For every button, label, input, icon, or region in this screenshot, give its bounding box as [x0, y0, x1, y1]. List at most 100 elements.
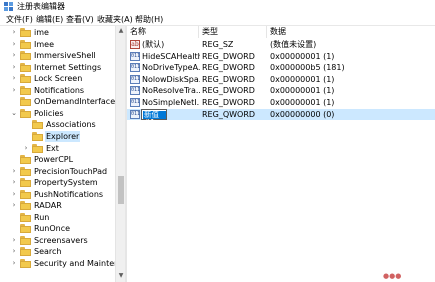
- tree-item[interactable]: › Imee: [0, 39, 115, 51]
- rename-input-selected-text[interactable]: 新值 #1: [143, 110, 166, 126]
- tree-item[interactable]: › Ext: [0, 143, 115, 155]
- chevron-right-icon[interactable]: ›: [10, 201, 18, 210]
- tree-item-label: Explorer: [45, 130, 81, 143]
- tree-item[interactable]: › PropertySystem: [0, 177, 115, 189]
- value-name: HideSCAHealth: [142, 51, 200, 61]
- tree-item-label: Internet Settings: [34, 62, 102, 72]
- tree-item[interactable]: Associations: [0, 119, 115, 131]
- chevron-right-icon[interactable]: ›: [10, 86, 18, 95]
- registry-tree[interactable]: › ime › Imee › ImmersiveShell › Internet Settin…: [0, 26, 125, 282]
- binary-value-icon: 011: [130, 98, 141, 107]
- folder-icon: [20, 97, 31, 107]
- chevron-right-icon[interactable]: ›: [10, 190, 18, 199]
- value-type: REG_QWORD: [202, 109, 256, 119]
- folder-icon: [20, 201, 31, 211]
- value-row[interactable]: ab (默认) REG_SZ (数值未设置): [127, 39, 435, 51]
- tree-item[interactable]: › RADAR: [0, 200, 115, 212]
- tree-item[interactable]: › Screensavers: [0, 235, 115, 247]
- chevron-right-icon[interactable]: ›: [10, 236, 18, 245]
- chevron-right-icon: [22, 120, 30, 129]
- value-type: REG_DWORD: [202, 74, 255, 84]
- chevron-down-icon[interactable]: ⌄: [10, 109, 18, 118]
- column-header-type[interactable]: 类型: [199, 26, 267, 38]
- folder-icon: [32, 143, 43, 153]
- value-row[interactable]: 011 NoSimpleNetI... REG_DWORD 0x00000001 (1…: [127, 97, 435, 109]
- tree-item-label: Notifications: [34, 85, 85, 95]
- menu-favorites[interactable]: 收藏夹(A): [95, 14, 135, 25]
- chevron-right-icon[interactable]: ›: [10, 28, 18, 37]
- tree-item[interactable]: › ImmersiveShell: [0, 50, 115, 62]
- tree-item[interactable]: › Security and Mainten: [0, 258, 119, 270]
- tree-item[interactable]: Run: [0, 212, 115, 224]
- rename-input[interactable]: 新值 #1: [141, 108, 167, 126]
- folder-icon: [20, 28, 31, 37]
- chevron-right-icon[interactable]: ›: [10, 167, 18, 176]
- chevron-right-icon[interactable]: ›: [10, 51, 18, 60]
- folder-icon: [20, 62, 31, 72]
- scroll-up-arrow-icon[interactable]: ▲: [118, 28, 124, 34]
- title-bar: 注册表编辑器: [0, 0, 435, 13]
- value-data: 0x000000b5 (181): [270, 63, 345, 73]
- folder-icon: [20, 178, 31, 188]
- tree-item[interactable]: ⌄ Policies: [0, 108, 115, 120]
- value-data: 0x00000001 (1): [270, 74, 335, 84]
- column-header-name[interactable]: 名称: [127, 26, 199, 38]
- column-header-data[interactable]: 数据: [267, 26, 427, 38]
- tree-item[interactable]: › PrecisionTouchPad: [0, 166, 115, 178]
- value-row[interactable]: 011 NoResolveTra... REG_DWORD 0x00000001 (1…: [127, 85, 435, 97]
- chevron-right-icon[interactable]: ›: [22, 144, 30, 153]
- binary-value-icon: 011: [130, 51, 141, 61]
- folder-icon: [20, 51, 31, 61]
- tree-item[interactable]: › ime: [0, 27, 115, 39]
- tree-item[interactable]: RunOnce: [0, 223, 115, 235]
- value-row[interactable]: 011 HideSCAHealth REG_DWORD 0x00000001 (1): [127, 51, 435, 63]
- chevron-right-icon[interactable]: ›: [10, 63, 18, 72]
- menu-edit[interactable]: 编辑(E): [34, 14, 65, 25]
- value-type: REG_DWORD: [202, 63, 255, 73]
- value-data: 0x00000001 (1): [270, 98, 335, 107]
- tree-item[interactable]: › Lock Screen: [0, 73, 115, 85]
- value-list[interactable]: 名称 类型 数据 ab (默认) REG_SZ (数值未设置) 011 HideSCAHe…: [127, 26, 435, 282]
- menu-bar: 文件(F) 编辑(E) 查看(V) 收藏夹(A) 帮助(H): [0, 13, 435, 26]
- tree-item-label: PrecisionTouchPad: [34, 166, 108, 176]
- chevron-right-icon[interactable]: ›: [10, 40, 18, 49]
- menu-file[interactable]: 文件(F): [4, 14, 35, 25]
- tree-item[interactable]: › Search: [0, 246, 115, 258]
- scroll-thumb[interactable]: [118, 176, 124, 204]
- window-title: 注册表编辑器: [17, 2, 65, 11]
- chevron-right-icon[interactable]: ›: [10, 259, 18, 268]
- tree-item-label: Search: [34, 247, 62, 257]
- tree-item-label: PushNotifications: [34, 189, 104, 199]
- tree-item-label: RADAR: [34, 201, 62, 211]
- folder-icon: [20, 235, 31, 245]
- scroll-down-arrow-icon[interactable]: ▼: [118, 273, 124, 279]
- menu-view[interactable]: 查看(V): [64, 14, 96, 25]
- tree-item[interactable]: Explorer: [0, 130, 115, 143]
- chevron-right-icon: [10, 224, 18, 233]
- chevron-right-icon[interactable]: ›: [10, 247, 18, 256]
- tree-item[interactable]: PowerCPL: [0, 154, 115, 166]
- value-type: REG_DWORD: [202, 98, 255, 107]
- tree-item-label: ime: [34, 28, 49, 37]
- tree-scrollbar[interactable]: ▲ ▼: [115, 26, 125, 282]
- menu-help[interactable]: 帮助(H): [133, 14, 165, 25]
- value-row-editing[interactable]: 011 新值 #1 REG_QWORD 0x00000000 (0): [127, 108, 435, 126]
- tree-item[interactable]: › Notifications: [0, 85, 115, 97]
- value-row[interactable]: 011 NoDriveTypeA... REG_DWORD 0x000000b5 (1…: [127, 62, 435, 74]
- folder-icon: [20, 189, 31, 199]
- string-value-icon: ab: [130, 40, 140, 49]
- value-row[interactable]: 011 NolowDiskSpa... REG_DWORD 0x00000001 (1…: [127, 74, 435, 86]
- tree-item[interactable]: › PushNotifications: [0, 189, 115, 201]
- folder-icon: [32, 120, 43, 130]
- value-name: NoDriveTypeA...: [142, 63, 200, 73]
- chevron-right-icon[interactable]: ›: [10, 178, 18, 187]
- chevron-right-icon[interactable]: ›: [10, 74, 18, 83]
- value-name: NolowDiskSpa...: [142, 74, 200, 84]
- watermark-logo: ●●●: [383, 272, 402, 280]
- value-data: 0x00000000 (0): [270, 109, 335, 119]
- tree-item[interactable]: OnDemandInterfaceC: [0, 96, 121, 108]
- tree-item-label: RunOnce: [34, 224, 71, 234]
- tree-item[interactable]: › Internet Settings: [0, 62, 115, 74]
- folder-icon: [20, 224, 31, 234]
- tree-item-label: Security and Mainten: [34, 259, 120, 268]
